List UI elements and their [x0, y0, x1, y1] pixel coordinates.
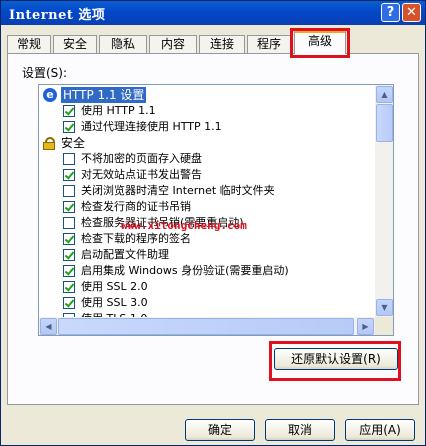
option-checkbox[interactable]: [63, 297, 75, 309]
option-checkbox[interactable]: [63, 105, 75, 117]
settings-item-label: 检查下载的程序的签名: [81, 232, 191, 245]
scroll-left-button[interactable]: ◀: [40, 318, 57, 335]
option-checkbox[interactable]: [63, 169, 75, 181]
option-checkbox[interactable]: [63, 265, 75, 277]
vertical-scroll-thumb[interactable]: [376, 104, 393, 142]
ie-icon: e: [43, 88, 57, 102]
help-button[interactable]: ?: [381, 3, 400, 22]
tab-security[interactable]: 安全: [53, 35, 97, 53]
settings-item-label: 安全: [61, 136, 86, 150]
horizontal-scroll-thumb[interactable]: [58, 318, 354, 335]
settings-label: 设置(S):: [22, 66, 68, 80]
tab-strip: 常规 安全 隐私 内容 连接 程序 高级: [7, 31, 419, 54]
settings-item-label: 启动配置文件助理: [81, 248, 169, 261]
settings-category: 安全: [39, 135, 375, 151]
watermark-text: www.xitongcheng.com: [121, 219, 247, 232]
apply-button[interactable]: 应用(A): [345, 419, 415, 441]
vertical-scrollbar[interactable]: ▲ ▼: [375, 85, 393, 317]
settings-option[interactable]: 使用 SSL 2.0: [39, 279, 375, 295]
help-icon: ?: [386, 5, 395, 20]
settings-item-label: 检查发行商的证书吊销: [81, 200, 191, 213]
lock-icon: [43, 137, 55, 150]
close-icon: ✕: [406, 5, 417, 20]
tab-programs[interactable]: 程序: [247, 35, 291, 53]
option-checkbox[interactable]: [63, 281, 75, 293]
restore-button-highlight: [269, 341, 401, 381]
option-checkbox[interactable]: [63, 153, 75, 165]
scrollbar-corner: [375, 317, 393, 335]
settings-item-label: 不将加密的页面存入硬盘: [81, 152, 202, 165]
option-checkbox[interactable]: [63, 217, 75, 229]
settings-option[interactable]: 使用 HTTP 1.1: [39, 103, 375, 119]
settings-option[interactable]: 关闭浏览器时清空 Internet 临时文件夹: [39, 183, 375, 199]
settings-option[interactable]: 启动配置文件助理: [39, 247, 375, 263]
settings-item-label: HTTP 1.1 设置: [61, 87, 147, 103]
option-checkbox[interactable]: [63, 233, 75, 245]
tab-content[interactable]: 内容: [149, 35, 197, 53]
settings-item-label: 使用 HTTP 1.1: [81, 104, 156, 117]
settings-list[interactable]: e HTTP 1.1 设置 使用 HTTP 1.1 通过代理连接使用 HTTP 1.1…: [38, 84, 394, 336]
settings-item-label: 对无效站点证书发出警告: [81, 168, 202, 181]
settings-category: e HTTP 1.1 设置: [39, 87, 375, 103]
settings-item-label: 使用 SSL 3.0: [81, 296, 148, 309]
option-checkbox[interactable]: [63, 185, 75, 197]
settings-item-label: 使用 SSL 2.0: [81, 280, 148, 293]
cancel-button[interactable]: 取消: [265, 419, 335, 441]
settings-option[interactable]: 检查发行商的证书吊销: [39, 199, 375, 215]
window-title: Internet 选项: [9, 8, 106, 23]
settings-items: e HTTP 1.1 设置 使用 HTTP 1.1 通过代理连接使用 HTTP 1.1…: [39, 85, 375, 317]
settings-option[interactable]: 不将加密的页面存入硬盘: [39, 151, 375, 167]
option-checkbox[interactable]: [63, 249, 75, 261]
settings-option[interactable]: 对无效站点证书发出警告: [39, 167, 375, 183]
settings-option[interactable]: 启用集成 Windows 身份验证(需要重启动): [39, 263, 375, 279]
tab-privacy[interactable]: 隐私: [99, 35, 147, 53]
internet-options-dialog: Internet 选项 ? ✕ 常规 安全 隐私 内容 连接 程序 高级 设置(…: [0, 0, 426, 446]
scroll-down-button[interactable]: ▼: [376, 299, 393, 316]
settings-option[interactable]: 使用 SSL 3.0: [39, 295, 375, 311]
tab-general[interactable]: 常规: [7, 35, 51, 53]
scroll-up-button[interactable]: ▲: [376, 86, 393, 103]
advanced-tab-highlight: [290, 28, 350, 58]
settings-option[interactable]: 通过代理连接使用 HTTP 1.1: [39, 119, 375, 135]
title-bar[interactable]: Internet 选项 ? ✕: [1, 1, 425, 25]
ok-button[interactable]: 确定: [185, 419, 255, 441]
horizontal-scrollbar[interactable]: ◀ ▶: [39, 317, 375, 335]
tab-connections[interactable]: 连接: [199, 35, 245, 53]
settings-option[interactable]: 检查下载的程序的签名: [39, 231, 375, 247]
option-checkbox[interactable]: [63, 201, 75, 213]
close-button[interactable]: ✕: [402, 3, 421, 22]
settings-item-label: 启用集成 Windows 身份验证(需要重启动): [81, 264, 289, 277]
scroll-right-button[interactable]: ▶: [357, 318, 374, 335]
settings-item-label: 关闭浏览器时清空 Internet 临时文件夹: [81, 184, 275, 197]
option-checkbox[interactable]: [63, 121, 75, 133]
settings-item-label: 通过代理连接使用 HTTP 1.1: [81, 120, 222, 133]
